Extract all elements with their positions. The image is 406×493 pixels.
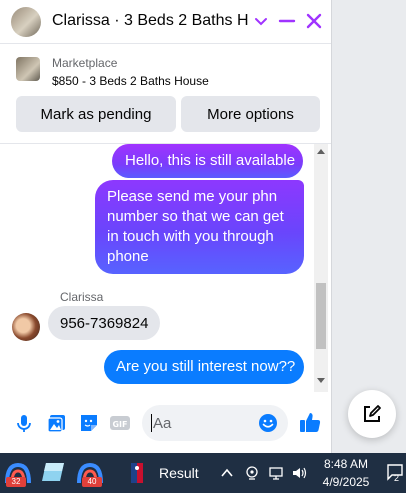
widget-result-label[interactable]: Result [159,465,199,481]
notification-badge: 40 [82,477,102,487]
incoming-message[interactable]: 956-7369824 [48,306,161,340]
app-icon[interactable] [38,459,68,487]
message-composer: GIF Aa [0,392,331,453]
clock-time[interactable]: 8:48 AM [322,457,370,471]
gif-icon[interactable]: GIF [109,412,131,434]
sticker-icon[interactable] [78,412,100,434]
scrollbar-thumb[interactable] [316,283,326,349]
minimize-icon[interactable] [276,10,298,32]
notification-count: 2 [394,473,400,483]
thumbs-up-icon[interactable] [298,410,322,434]
listing-thumbnail[interactable] [16,57,40,81]
listing-source: Marketplace [52,56,118,70]
chevron-down-icon[interactable] [250,10,272,32]
marketplace-listing: Marketplace $850 - 3 Beds 2 Baths House … [0,44,331,144]
image-icon[interactable] [46,412,68,434]
svg-text:GIF: GIF [112,420,127,429]
mark-as-pending-button[interactable]: Mark as pending [16,96,176,132]
message-input-placeholder: Aa [153,415,172,432]
microphone-icon[interactable] [13,412,35,434]
outgoing-message[interactable]: Are you still interest now?? [104,350,304,384]
sender-name: Clarissa [60,290,104,304]
sender-avatar[interactable] [12,313,40,341]
chevron-up-icon[interactable] [219,465,235,481]
new-message-icon [364,405,381,422]
message-thread: Hello, this is still available Please se… [0,144,331,392]
listing-price-title[interactable]: $850 - 3 Beds 2 Baths House [52,74,209,88]
more-options-button[interactable]: More options [181,96,320,132]
outgoing-message[interactable]: Hello, this is still available [112,144,303,178]
chat-window: Clarissa · 3 Beds 2 Baths H... Marketpla… [0,0,332,453]
close-icon[interactable] [303,10,325,32]
text-caret [151,414,152,432]
message-scrollbar[interactable] [314,144,328,392]
scroll-down-icon[interactable] [314,374,328,388]
windows-taskbar: 32 40 Result 8:48 AM 4/9/2025 2 [0,453,406,493]
outgoing-message[interactable]: Please send me your phn number so that w… [95,180,304,274]
network-icon[interactable] [268,465,284,481]
scroll-up-icon[interactable] [314,144,328,158]
clock-date[interactable]: 4/9/2025 [320,475,372,489]
volume-icon[interactable] [291,465,307,481]
chat-title[interactable]: Clarissa · 3 Beds 2 Baths H... [52,12,248,30]
new-message-button[interactable] [348,390,396,438]
sports-widget-icon[interactable] [128,459,146,487]
webcam-icon[interactable] [244,465,260,481]
notification-badge: 32 [6,477,26,487]
header-avatar[interactable] [11,7,41,37]
chat-header: Clarissa · 3 Beds 2 Baths H... [0,0,331,44]
emoji-icon[interactable] [258,413,278,433]
message-input[interactable]: Aa [142,405,288,441]
